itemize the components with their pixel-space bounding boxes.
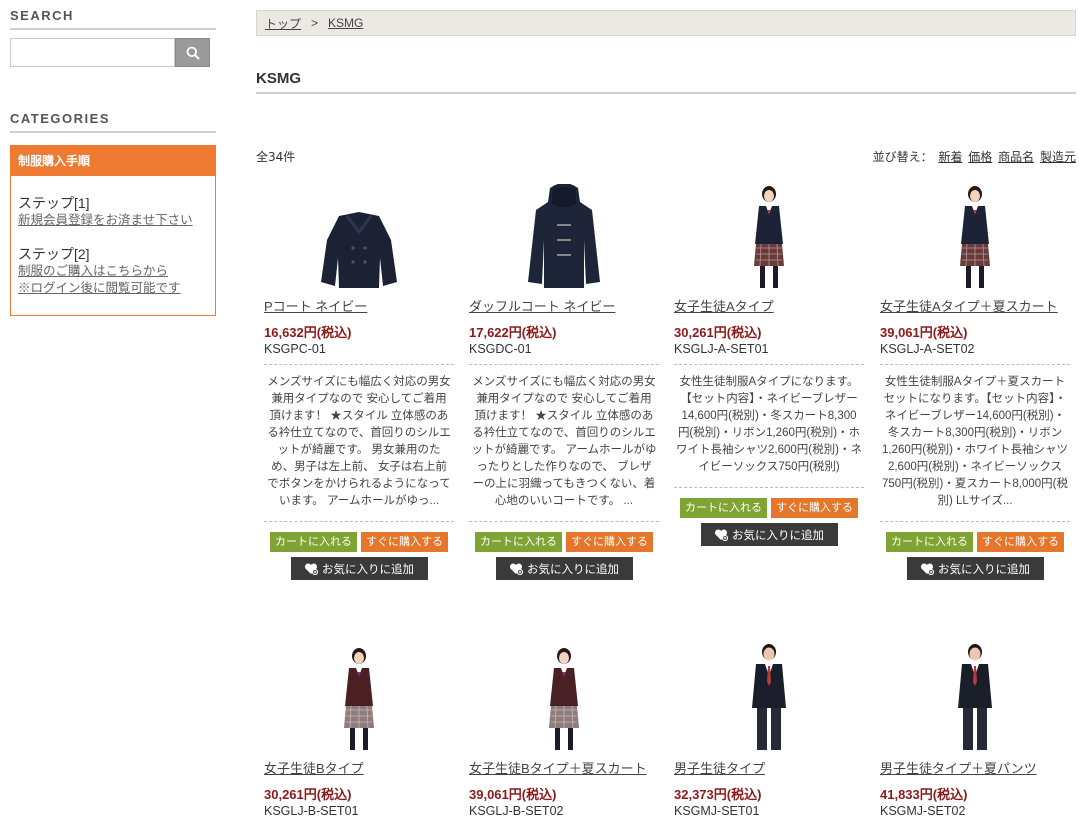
product-price: 16,632円(税込) — [264, 325, 352, 340]
search-heading: SEARCH — [10, 8, 216, 30]
sort-options: 並び替え： 新着 価格 商品名 製造元 — [873, 148, 1076, 165]
purchase-steps-title: 制服購入手順 — [11, 146, 215, 176]
heart-plus-icon — [304, 562, 318, 575]
product-image-girl-b-summer[interactable] — [469, 642, 659, 752]
product-name-link[interactable]: 男子生徒タイプ＋夏パンツ — [880, 758, 1070, 777]
purchase-steps-box: 制服購入手順 ステップ[1] 新規会員登録をお済ませ下さい ステップ[2] 制服… — [10, 145, 216, 316]
heart-plus-icon — [509, 562, 523, 575]
add-to-favorites-button[interactable]: お気に入りに追加 — [700, 523, 838, 546]
product-name-link[interactable]: Pコート ネイビー — [264, 296, 454, 315]
member-register-link[interactable]: 新規会員登録をお済ませ下さい — [18, 212, 208, 229]
search-button[interactable] — [175, 38, 210, 67]
favorite-label: お気に入りに追加 — [732, 529, 824, 542]
product-code: KSGLJ-B-SET01 — [264, 804, 359, 818]
sort-name-link[interactable]: 商品名 — [998, 150, 1034, 164]
product-name-link[interactable]: ダッフルコート ネイビー — [469, 296, 659, 315]
product-description: メンズサイズにも幅広く対応の男女兼用タイプなので 安心してご着用頂けます！ ★ス… — [469, 364, 659, 522]
product-name-link[interactable]: 女子生徒Bタイプ＋夏スカート — [469, 758, 659, 777]
add-to-cart-button[interactable]: カートに入れる — [680, 498, 767, 518]
product-name-link[interactable]: 女子生徒Aタイプ＋夏スカート — [880, 296, 1070, 315]
product-price: 17,622円(税込) — [469, 325, 557, 340]
buy-now-button[interactable]: すぐに購入する — [771, 498, 858, 518]
breadcrumb-separator: > — [311, 16, 319, 30]
heart-plus-icon — [714, 528, 728, 541]
favorite-label: お気に入りに追加 — [322, 563, 414, 576]
product-card: 女子生徒Aタイプ＋夏スカート 39,061円(税込) KSGLJ-A-SET02… — [880, 180, 1070, 580]
product-image-pea-coat[interactable] — [264, 180, 454, 290]
product-code: KSGMJ-SET02 — [880, 804, 966, 818]
sort-price-link[interactable]: 価格 — [968, 150, 992, 164]
product-code: KSGLJ-A-SET01 — [674, 342, 769, 356]
product-image-boy-summer[interactable] — [880, 642, 1070, 752]
product-card: 女子生徒Bタイプ 30,261円(税込) KSGLJ-B-SET01 — [264, 642, 454, 818]
product-price: 30,261円(税込) — [264, 787, 352, 802]
heart-plus-icon — [920, 562, 934, 575]
product-description: メンズサイズにも幅広く対応の男女兼用タイプなので 安心してご着用頂けます！ ★ス… — [264, 364, 454, 522]
product-image-duffle-coat[interactable] — [469, 180, 659, 290]
sidebar: SEARCH CATEGORIES 制服購入手順 ステップ[1] 新規会員登録を… — [10, 8, 216, 316]
product-price: 30,261円(税込) — [674, 325, 762, 340]
buy-now-button[interactable]: すぐに購入する — [566, 532, 653, 552]
page-title: KSMG — [256, 70, 1076, 94]
product-image-girl-a[interactable] — [674, 180, 864, 290]
login-note-link[interactable]: ※ログイン後に閲覧可能です — [18, 280, 208, 297]
product-price: 32,373円(税込) — [674, 787, 762, 802]
favorite-label: お気に入りに追加 — [938, 563, 1030, 576]
purchase-link[interactable]: 制服のご購入はこちらから — [18, 263, 208, 280]
add-to-favorites-button[interactable]: お気に入りに追加 — [495, 557, 633, 580]
product-description: 女性生徒制服Aタイプ＋夏スカートセットになります。【セット内容】・ネイビーブレザ… — [880, 364, 1070, 522]
sort-newest-link[interactable]: 新着 — [938, 150, 962, 164]
product-name-link[interactable]: 女子生徒Aタイプ — [674, 296, 864, 315]
buy-now-button[interactable]: すぐに購入する — [977, 532, 1064, 552]
breadcrumb-home-link[interactable]: トップ — [265, 15, 301, 32]
sort-maker-link[interactable]: 製造元 — [1040, 150, 1076, 164]
add-to-cart-button[interactable]: カートに入れる — [270, 532, 357, 552]
product-image-boy[interactable] — [674, 642, 864, 752]
search-form — [10, 38, 216, 67]
buy-now-button[interactable]: すぐに購入する — [361, 532, 448, 552]
add-to-favorites-button[interactable]: お気に入りに追加 — [290, 557, 428, 580]
sort-label: 並び替え： — [872, 150, 933, 164]
product-image-girl-b[interactable] — [264, 642, 454, 752]
add-to-cart-button[interactable]: カートに入れる — [475, 532, 562, 552]
product-code: KSGLJ-B-SET02 — [469, 804, 564, 818]
product-card: 男子生徒タイプ＋夏パンツ 41,833円(税込) KSGMJ-SET02 — [880, 642, 1070, 818]
search-icon — [186, 46, 200, 60]
add-to-favorites-button[interactable]: お気に入りに追加 — [906, 557, 1044, 580]
step-2-label: ステップ[2] — [18, 246, 90, 262]
favorite-label: お気に入りに追加 — [527, 563, 619, 576]
product-code: KSGDC-01 — [469, 342, 532, 356]
product-card: Pコート ネイビー 16,632円(税込) KSGPC-01 メンズサイズにも幅… — [264, 180, 454, 580]
product-description: 女性生徒制服Aタイプになります。【セット内容】・ネイビーブレザー14,600円(… — [674, 364, 864, 488]
categories-heading: CATEGORIES — [10, 111, 216, 133]
product-code: KSGMJ-SET01 — [674, 804, 760, 818]
step-1-label: ステップ[1] — [18, 195, 90, 211]
product-card: 男子生徒タイプ 32,373円(税込) KSGMJ-SET01 — [674, 642, 864, 818]
product-card: 女子生徒Bタイプ＋夏スカート 39,061円(税込) KSGLJ-B-SET02 — [469, 642, 659, 818]
product-card: ダッフルコート ネイビー 17,622円(税込) KSGDC-01 メンズサイズ… — [469, 180, 659, 580]
product-code: KSGPC-01 — [264, 342, 326, 356]
breadcrumb-current-link[interactable]: KSMG — [328, 16, 363, 30]
product-image-girl-a-summer[interactable] — [880, 180, 1070, 290]
product-code: KSGLJ-A-SET02 — [880, 342, 975, 356]
product-count: 全34件 — [256, 150, 296, 164]
add-to-cart-button[interactable]: カートに入れる — [886, 532, 973, 552]
search-input[interactable] — [10, 38, 175, 67]
product-price: 39,061円(税込) — [469, 787, 557, 802]
product-name-link[interactable]: 女子生徒Bタイプ — [264, 758, 454, 777]
product-price: 41,833円(税込) — [880, 787, 968, 802]
product-price: 39,061円(税込) — [880, 325, 968, 340]
product-name-link[interactable]: 男子生徒タイプ — [674, 758, 864, 777]
breadcrumb: トップ > KSMG — [256, 10, 1076, 36]
product-card: 女子生徒Aタイプ 30,261円(税込) KSGLJ-A-SET01 女性生徒制… — [674, 180, 864, 546]
